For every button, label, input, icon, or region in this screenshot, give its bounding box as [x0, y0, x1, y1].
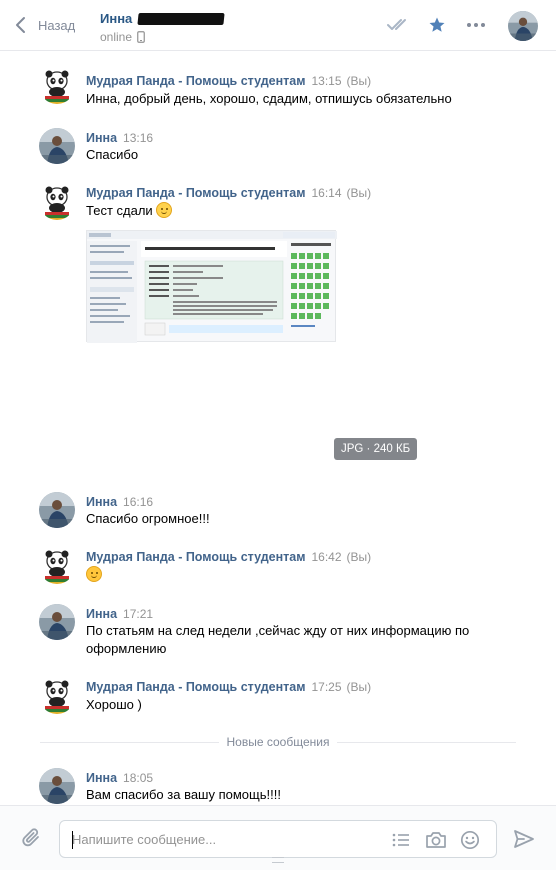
new-messages-divider: Новые сообщения — [40, 734, 516, 750]
mobile-icon — [137, 31, 145, 43]
list-icon[interactable] — [390, 829, 412, 851]
message-author[interactable]: Инна 16:16 — [86, 495, 153, 509]
message-time: 17:25 — [311, 680, 342, 694]
message-author[interactable]: Мудрая Панда - Помощь студентам 16:42 (Вы) — [86, 550, 371, 564]
message-author[interactable]: Мудрая Панда - Помощь студентам 13:15 (Вы) — [86, 74, 371, 88]
you-label: (Вы) — [346, 186, 372, 200]
you-label: (Вы) — [346, 550, 372, 564]
text-caret — [72, 831, 73, 849]
camera-icon[interactable] — [425, 829, 447, 851]
sender-avatar[interactable] — [39, 604, 75, 640]
message-time: 13:16 — [123, 131, 154, 145]
double-check-icon[interactable] — [387, 14, 411, 36]
back-button[interactable]: Назад — [14, 14, 75, 36]
sender-avatar[interactable] — [39, 128, 75, 164]
sender-avatar[interactable] — [39, 768, 75, 804]
message-text: Спасибо — [86, 147, 139, 162]
message-text: Инна, добрый день, хорошо, сдадим, отпиш… — [86, 91, 452, 106]
sender-avatar[interactable] — [39, 184, 75, 220]
message-author[interactable]: Инна 18:05 — [86, 771, 153, 785]
message-text: Вам спасибо за вашу помощь!!!! — [86, 787, 281, 802]
more-dots-icon[interactable] — [464, 14, 488, 36]
message-input[interactable] — [72, 821, 372, 857]
you-label: (Вы) — [346, 680, 372, 694]
sender-avatar[interactable] — [39, 492, 75, 528]
smile-icon[interactable] — [459, 829, 481, 851]
message-text — [86, 566, 506, 584]
message-time: 18:05 — [123, 771, 154, 785]
message-text: Хорошо ) — [86, 697, 142, 712]
you-label: (Вы) — [346, 74, 372, 88]
sender-avatar[interactable] — [39, 548, 75, 584]
message-time: 17:21 — [123, 607, 154, 621]
message-time: 16:16 — [123, 495, 154, 509]
divider-label: Новые сообщения — [40, 734, 516, 750]
peer-name[interactable]: Инна — [100, 11, 225, 26]
star-icon[interactable] — [425, 14, 449, 36]
chevron-left-icon — [16, 17, 25, 33]
message-text: Тест сдали — [86, 202, 506, 220]
peer-status: online — [100, 30, 145, 44]
message-text: По статьям на след недели ,сейчас жду от… — [86, 623, 470, 656]
redaction-mark — [137, 12, 225, 25]
photo-attachment[interactable]: JPG · 240 КБ — [86, 230, 426, 462]
resize-grip[interactable] — [272, 857, 284, 863]
back-label: Назад — [38, 17, 76, 33]
chat-header: Назад Инна online — [0, 0, 556, 51]
sender-avatar[interactable] — [39, 678, 75, 714]
sender-avatar[interactable] — [39, 68, 75, 104]
paperclip-icon[interactable] — [20, 826, 44, 850]
message-author[interactable]: Мудрая Панда - Помощь студентам 16:14 (Вы) — [86, 186, 371, 200]
smile-emoji — [156, 202, 173, 218]
message-time: 16:42 — [311, 550, 342, 564]
peer-status-text: online — [100, 30, 133, 44]
file-size-badge: JPG · 240 КБ — [334, 438, 418, 460]
attachment-thumbnail — [86, 230, 337, 343]
peer-name-text: Инна — [100, 11, 133, 26]
message-text: Спасибо огромное!!! — [86, 511, 210, 526]
message-time: 16:14 — [311, 186, 342, 200]
message-author[interactable]: Мудрая Панда - Помощь студентам 17:25 (Вы) — [86, 680, 371, 694]
message-time: 13:15 — [311, 74, 342, 88]
blush-emoji — [86, 566, 102, 582]
message-author[interactable]: Инна 17:21 — [86, 607, 153, 621]
send-arrow-icon[interactable] — [512, 827, 536, 851]
peer-avatar[interactable] — [508, 11, 538, 41]
message-author[interactable]: Инна 13:16 — [86, 131, 153, 145]
message-input-box[interactable] — [59, 820, 497, 858]
